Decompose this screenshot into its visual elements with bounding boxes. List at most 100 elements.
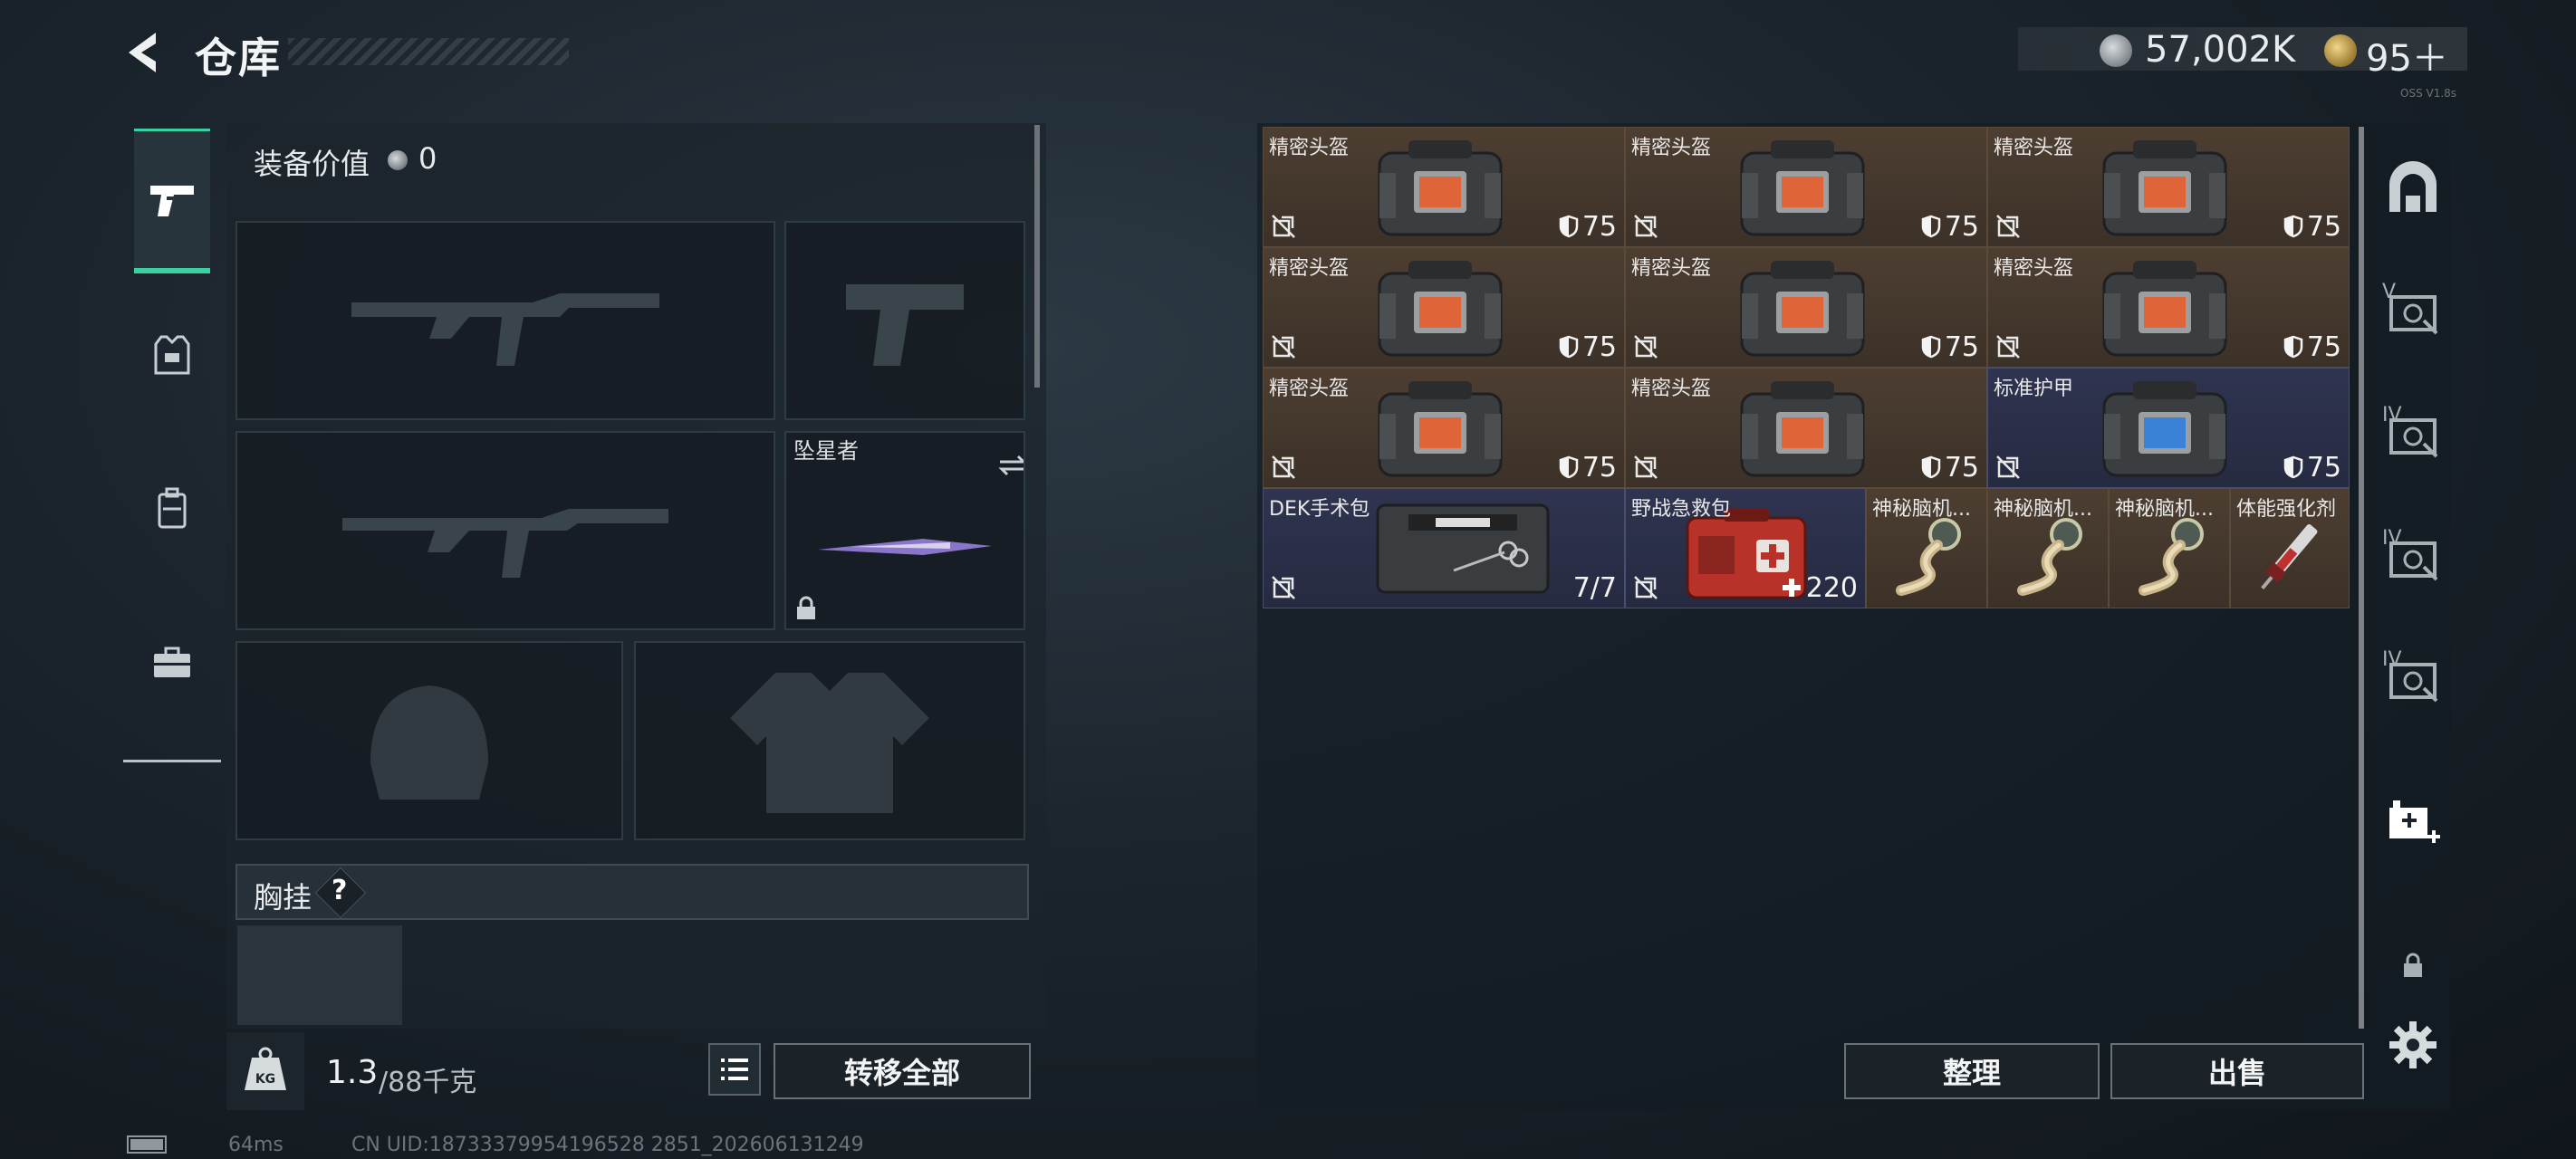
ping-text: 64ms xyxy=(228,1134,284,1156)
no-transfer-icon xyxy=(1634,335,1658,359)
item-durability: 75 xyxy=(2283,331,2341,363)
tab-weapons[interactable] xyxy=(134,129,210,273)
item-durability: 75 xyxy=(2283,211,2341,243)
item-name: 精密头盔 xyxy=(1269,378,1350,400)
armor-vest-icon xyxy=(154,335,190,375)
item-name: 精密头盔 xyxy=(1994,257,2074,280)
list-icon xyxy=(721,1058,748,1080)
stash-item[interactable]: 精密头盔 75 xyxy=(1625,247,1987,368)
back-arrow-icon xyxy=(129,33,156,72)
slot-armor[interactable] xyxy=(634,641,1025,840)
title-decoration xyxy=(288,38,569,65)
side-tab-safe-iv-icon[interactable]: IV xyxy=(2373,639,2453,719)
page-title: 仓库 xyxy=(195,34,282,82)
helmet-case-icon xyxy=(1372,378,1508,485)
weight-value: 1.3 xyxy=(326,1054,379,1091)
item-name: 神秘脑机... xyxy=(1872,498,1971,521)
stash-item[interactable]: 精密头盔 75 xyxy=(1625,127,1987,247)
stash-item[interactable]: 神秘脑机... xyxy=(1866,488,1987,608)
stash-item[interactable]: 精密头盔 75 xyxy=(1625,368,1987,488)
item-name: 精密头盔 xyxy=(1631,378,1712,400)
silver-coin-icon xyxy=(2100,34,2132,67)
stash-item[interactable]: 野战急救包 220 xyxy=(1625,488,1866,608)
stash-item[interactable]: DEK手术包 7/7 xyxy=(1263,488,1625,608)
slot-helmet[interactable] xyxy=(235,641,623,840)
stash-item[interactable]: 精密头盔 75 xyxy=(1263,247,1625,368)
surgery-kit-icon xyxy=(1372,498,1553,601)
lock-icon xyxy=(2401,952,2425,982)
helmet-case-icon xyxy=(1372,137,1508,244)
slot-pistol[interactable] xyxy=(784,221,1025,420)
item-durability: 75 xyxy=(1559,331,1617,363)
pistol-silhouette-icon xyxy=(846,284,964,366)
stash-item[interactable]: 精密头盔 75 xyxy=(1263,368,1625,488)
side-tab-arch-icon[interactable] xyxy=(2373,150,2453,230)
side-tab-safe-v-icon[interactable]: V xyxy=(2373,272,2453,351)
no-transfer-icon xyxy=(1996,215,2020,238)
equipment-value: 0 xyxy=(418,141,437,176)
stash-item[interactable]: 精密头盔 75 xyxy=(1987,247,2350,368)
neural-chip-icon xyxy=(1883,512,1974,607)
equipment-value-label: 装备价值 xyxy=(254,147,370,181)
item-name: 神秘脑机... xyxy=(1994,498,2092,521)
stash-item[interactable]: 神秘脑机... xyxy=(2109,488,2230,608)
list-view-button[interactable] xyxy=(708,1043,761,1096)
item-durability: 7/7 xyxy=(1572,572,1617,604)
side-tab-label: IV xyxy=(2382,648,2402,671)
rifle-silhouette-icon xyxy=(351,293,659,366)
melee-blade-icon xyxy=(818,539,992,556)
side-tab-safe-iv-icon[interactable]: IV xyxy=(2373,395,2453,474)
slot-chest-rig[interactable] xyxy=(237,925,402,1025)
transfer-all-button[interactable]: 转移全部 xyxy=(774,1043,1031,1099)
slot-primary-weapon-1[interactable] xyxy=(235,221,775,420)
equipment-scrollbar[interactable] xyxy=(1034,125,1040,388)
slot-primary-weapon-2[interactable] xyxy=(235,431,775,630)
helmet-case-icon xyxy=(2097,137,2233,244)
stash-scrollbar[interactable] xyxy=(2359,127,2364,1029)
helmet-case-icon xyxy=(1735,378,1870,485)
durability-shield-icon xyxy=(2283,215,2303,238)
stash-item[interactable]: 精密头盔 75 xyxy=(1263,127,1625,247)
no-transfer-icon xyxy=(1634,576,1658,599)
side-tab-label: IV xyxy=(2382,527,2402,550)
stash-item[interactable]: 标准护甲 75 xyxy=(1987,368,2350,488)
neural-chip-icon xyxy=(2004,512,2095,607)
side-tab-add-stash-icon[interactable] xyxy=(2373,784,2453,864)
tab-armor[interactable] xyxy=(134,283,210,427)
side-tab-lock-icon[interactable] xyxy=(2373,927,2453,1007)
tab-backpack[interactable] xyxy=(134,436,210,581)
svg-text:KG: KG xyxy=(255,1072,275,1087)
stim-injector-icon xyxy=(2247,512,2329,607)
no-transfer-icon xyxy=(1272,215,1295,238)
sort-button[interactable]: 整理 xyxy=(1844,1043,2100,1099)
side-tab-label: V xyxy=(2382,281,2397,303)
no-transfer-icon xyxy=(1272,455,1295,479)
stash-item[interactable]: 体能强化剂 xyxy=(2230,488,2350,608)
item-name: 体能强化剂 xyxy=(2236,498,2337,521)
stash-item[interactable]: 精密头盔 75 xyxy=(1987,127,2350,247)
sell-button[interactable]: 出售 xyxy=(2110,1043,2364,1099)
item-name: 标准护甲 xyxy=(1994,378,2074,400)
stash-item[interactable]: 神秘脑机... xyxy=(1987,488,2109,608)
durability-shield-icon xyxy=(1559,455,1579,479)
swap-icon[interactable] xyxy=(996,455,1025,476)
side-tab-gear-icon[interactable] xyxy=(2373,1007,2453,1087)
durability-shield-icon xyxy=(2283,455,2303,479)
item-durability: 75 xyxy=(1921,331,1979,363)
no-transfer-icon xyxy=(1272,335,1295,359)
gold-coin-icon[interactable] xyxy=(2324,34,2357,67)
side-tab-safe-iv-icon[interactable]: IV xyxy=(2373,518,2453,598)
add-stash-icon xyxy=(2384,795,2442,853)
durability-shield-icon xyxy=(1559,215,1579,238)
durability-shield-icon xyxy=(1921,215,1941,238)
no-transfer-icon xyxy=(1272,576,1295,599)
tab-case[interactable] xyxy=(134,590,210,735)
gold-amount[interactable]: 95＋ xyxy=(2366,29,2448,81)
helmet-case-icon xyxy=(2097,257,2233,365)
armor-case-icon xyxy=(2097,378,2233,485)
item-name: 野战急救包 xyxy=(1631,498,1732,521)
no-transfer-icon xyxy=(1996,455,2020,479)
item-name: 精密头盔 xyxy=(1631,137,1712,159)
back-button[interactable] xyxy=(120,25,174,80)
item-name: 精密头盔 xyxy=(1269,137,1350,159)
